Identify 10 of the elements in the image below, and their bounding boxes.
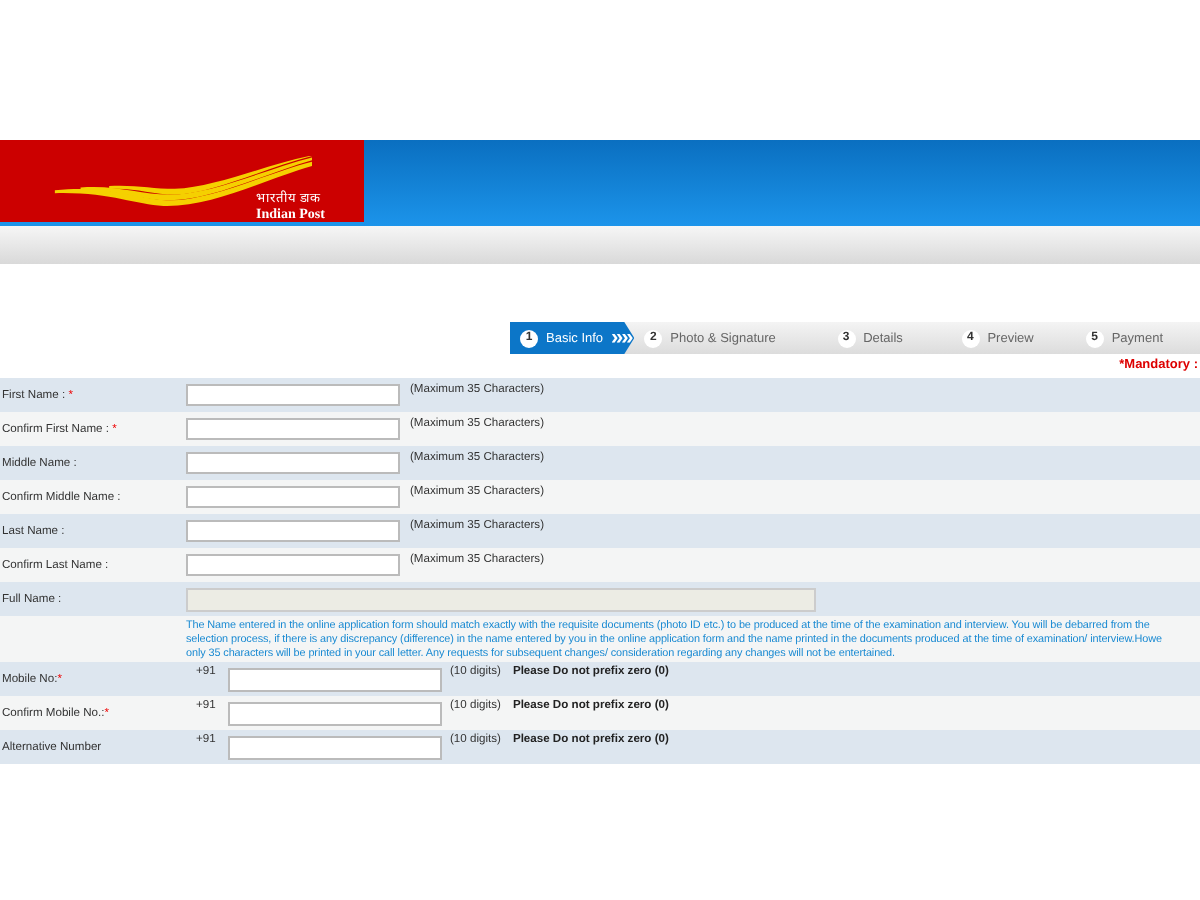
input-field[interactable] bbox=[228, 701, 442, 725]
input-field[interactable] bbox=[186, 486, 400, 508]
input-field[interactable] bbox=[186, 418, 400, 440]
input-field[interactable] bbox=[228, 735, 442, 759]
step-arrows: »» bbox=[611, 326, 632, 350]
input-field[interactable] bbox=[228, 667, 442, 691]
input-field[interactable] bbox=[186, 452, 400, 474]
input-field[interactable] bbox=[186, 384, 400, 406]
input-field[interactable] bbox=[186, 520, 400, 542]
input-field[interactable] bbox=[186, 554, 400, 576]
